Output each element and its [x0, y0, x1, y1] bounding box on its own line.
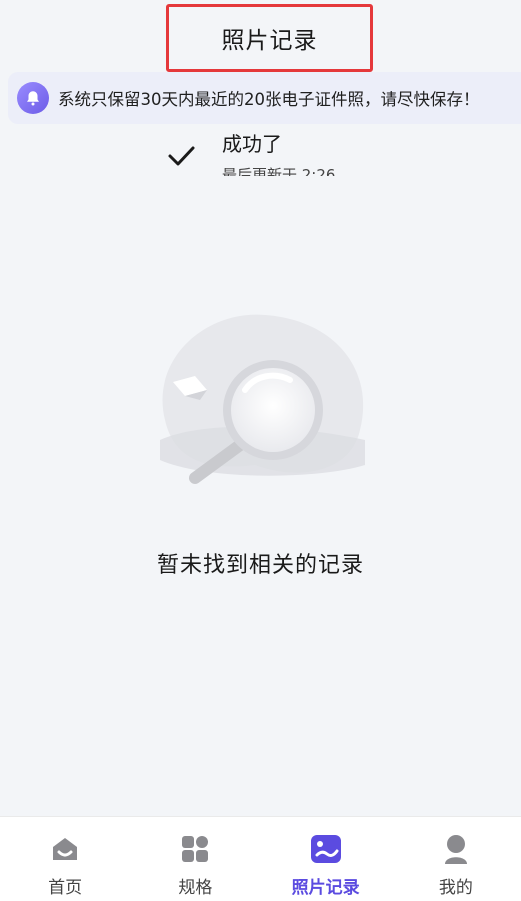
bell-icon [17, 82, 49, 114]
tab-photo-records[interactable]: 照片记录 [261, 817, 391, 901]
tab-mine[interactable]: 我的 [391, 817, 521, 901]
empty-state-text: 暂未找到相关的记录 [156, 553, 364, 578]
grid-icon [179, 833, 211, 865]
tab-photo-records-label: 照片记录 [291, 878, 360, 898]
toast-title: 成功了 [222, 132, 282, 156]
notice-text: 系统只保留30天内最近的20张电子证件照，请尽快保存！ [58, 90, 480, 109]
tab-mine-label: 我的 [438, 878, 473, 898]
notice-bar: 系统只保留30天内最近的20张电子证件照，请尽快保存！ [8, 72, 521, 124]
tab-specs-label: 规格 [178, 878, 213, 898]
bottom-tab-bar: 首页 规格 照片记录 我的 [0, 816, 521, 901]
page-title: 照片记录 [221, 28, 318, 54]
home-icon [49, 833, 81, 865]
photo-icon [310, 833, 342, 865]
user-icon [440, 833, 472, 865]
tab-specs[interactable]: 规格 [130, 817, 260, 901]
header: 照片记录 [0, 0, 521, 72]
success-toast: 成功了 最后更新于 2:26 [150, 126, 380, 176]
photo-record-page: 照片记录 系统只保留30天内最近的20张电子证件照，请尽快保存！ 成功了 最后更… [0, 0, 521, 901]
tab-home[interactable]: 首页 [0, 817, 130, 901]
empty-search-illustration [160, 314, 365, 484]
check-icon [168, 146, 195, 166]
toast-subtitle: 最后更新于 2:26 [222, 166, 336, 176]
title-highlight-box: 照片记录 [166, 4, 373, 72]
tab-home-label: 首页 [48, 878, 83, 898]
